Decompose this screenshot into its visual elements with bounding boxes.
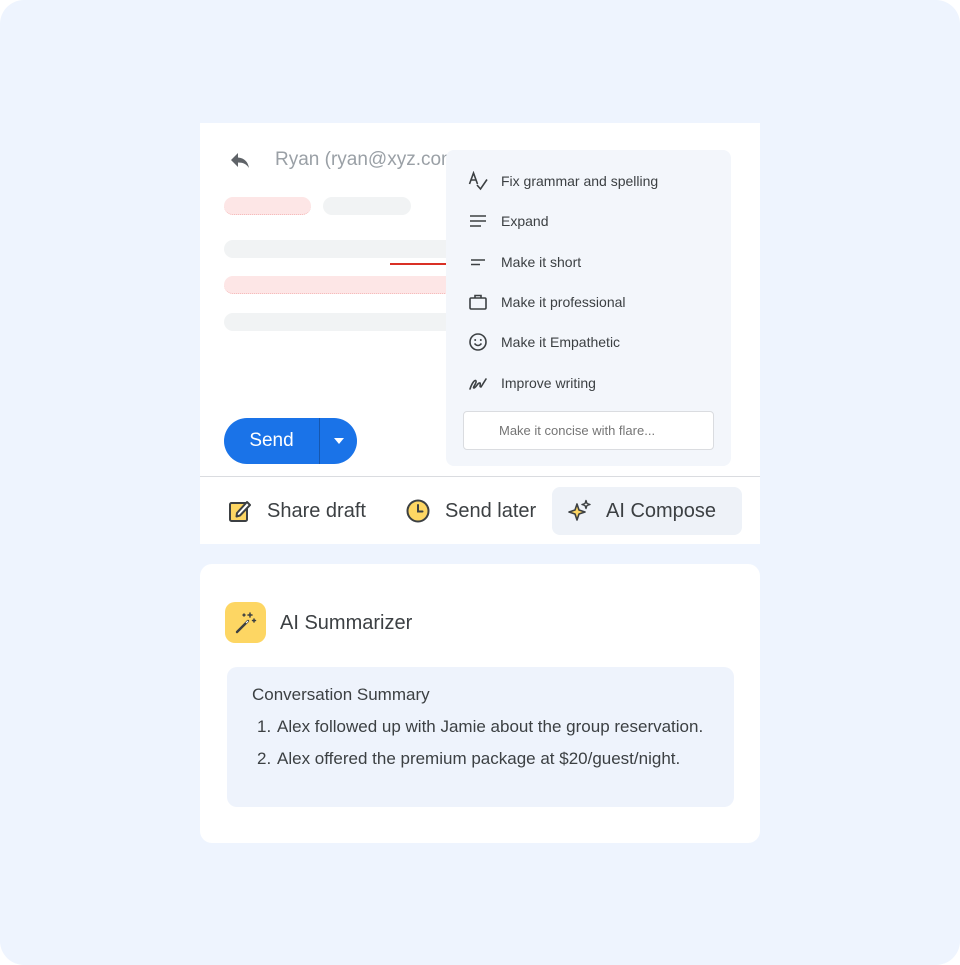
summary-item-text: Alex followed up with Jamie about the gr… xyxy=(277,717,704,736)
menu-item-label: Fix grammar and spelling xyxy=(501,173,659,189)
recipient-field[interactable]: Ryan (ryan@xyz.com xyxy=(275,149,455,171)
share-draft-label: Share draft xyxy=(267,499,366,522)
ai-rewrite-menu: Fix grammar and spelling Expand Make it … xyxy=(446,150,731,466)
smiley-icon xyxy=(468,332,488,352)
send-label: Send xyxy=(249,430,294,451)
short-lines-icon xyxy=(468,252,488,272)
summary-item: 1. Alex followed up with Jamie about the … xyxy=(257,717,703,737)
send-options-caret-icon[interactable] xyxy=(320,438,357,444)
menu-item-label: Make it short xyxy=(501,254,582,270)
send-button[interactable]: Send xyxy=(224,418,357,464)
magic-wand-icon xyxy=(225,602,266,643)
menu-item-fix-grammar[interactable]: Fix grammar and spelling xyxy=(468,166,658,196)
menu-item-expand[interactable]: Expand xyxy=(468,206,548,236)
ai-compose-button[interactable]: AI Compose xyxy=(552,487,742,535)
handwriting-icon xyxy=(468,373,488,393)
summarizer-title: AI Summarizer xyxy=(280,612,413,634)
placeholder-line xyxy=(224,276,454,294)
placeholder-line xyxy=(224,313,454,331)
custom-prompt-input[interactable] xyxy=(463,411,714,450)
ai-summarizer-card: AI Summarizer Conversation Summary 1. Ale… xyxy=(200,564,760,843)
ai-compose-label: AI Compose xyxy=(606,499,717,522)
summary-item-number: 1. xyxy=(257,717,272,736)
send-later-label: Send later xyxy=(445,499,537,522)
menu-item-make-short[interactable]: Make it short xyxy=(468,247,581,277)
share-draft-button[interactable]: Share draft xyxy=(227,487,366,535)
menu-item-make-empathetic[interactable]: Make it Empathetic xyxy=(468,327,620,357)
clock-icon xyxy=(406,499,430,523)
summary-item: 2. Alex offered the premium package at $2… xyxy=(257,749,680,769)
sparkle-icon xyxy=(568,499,591,521)
reply-icon[interactable] xyxy=(228,149,252,171)
briefcase-icon xyxy=(468,292,488,312)
menu-item-label: Make it Empathetic xyxy=(501,334,621,350)
summary-box: Conversation Summary 1. Alex followed up … xyxy=(227,667,734,807)
placeholder-chip xyxy=(323,197,411,215)
menu-item-improve-writing[interactable]: Improve writing xyxy=(468,368,596,398)
summary-heading: Conversation Summary xyxy=(252,685,430,704)
menu-item-make-professional[interactable]: Make it professional xyxy=(468,287,626,317)
send-later-button[interactable]: Send later xyxy=(405,487,536,535)
edit-note-icon xyxy=(229,501,251,522)
summary-item-text: Alex offered the premium package at $20/… xyxy=(277,749,681,768)
placeholder-chip xyxy=(224,197,311,215)
menu-item-label: Improve writing xyxy=(501,375,596,391)
spellcheck-icon xyxy=(468,171,488,191)
toolbar-divider xyxy=(200,476,760,477)
menu-item-label: Expand xyxy=(501,213,549,229)
summary-item-number: 2. xyxy=(257,749,272,768)
expand-lines-icon xyxy=(468,211,488,231)
placeholder-line xyxy=(224,240,454,258)
menu-item-label: Make it professional xyxy=(501,294,626,310)
spelling-underline xyxy=(390,263,447,265)
